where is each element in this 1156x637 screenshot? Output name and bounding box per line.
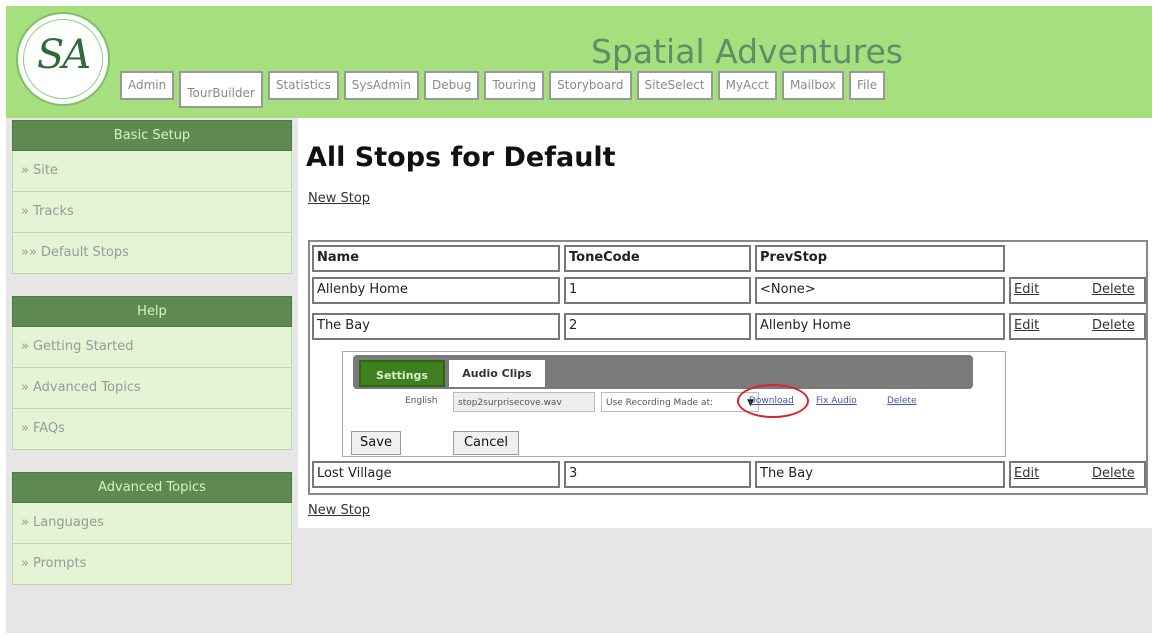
audio-filename-field[interactable]: stop2surprisecove.wav <box>453 392 595 412</box>
delete-audio-link[interactable]: Delete <box>887 396 917 406</box>
sidebar-item-label: Site <box>32 163 58 178</box>
main-content: All Stops for Default New Stop Name Tone… <box>298 118 1152 528</box>
table-row-actions: Edit Delete <box>1009 313 1146 340</box>
language-label: English <box>405 396 438 406</box>
table-cell-prevstop: <None> <box>755 277 1005 304</box>
table-cell-tonecode: 1 <box>564 277 751 304</box>
arrow-icon: » <box>21 339 29 354</box>
tab-myacct[interactable]: MyAcct <box>717 71 777 100</box>
sidebar-item-languages[interactable]: » Languages <box>12 503 292 544</box>
stops-table: Name ToneCode PrevStop Allenby Home 1 <N… <box>308 240 1148 495</box>
page-title: All Stops for Default <box>306 142 616 173</box>
site-logo[interactable]: SA <box>16 12 110 106</box>
delete-link[interactable]: Delete <box>1092 463 1135 485</box>
tab-file[interactable]: File <box>849 71 886 100</box>
audio-clip-row: English stop2surprisecove.wav Use Record… <box>343 392 1007 414</box>
stop-editor-panel: Settings Audio Clips English stop2surpri… <box>342 351 1006 457</box>
cancel-button[interactable]: Cancel <box>453 431 519 455</box>
sidebar-section-basic-setup: Basic Setup » Site » Tracks »» Default Stop… <box>12 120 292 274</box>
sidebar-item-advanced-topics[interactable]: » Advanced Topics <box>12 368 292 409</box>
sidebar-item-default-stops[interactable]: »» Default Stops <box>12 233 292 274</box>
sidebar-item-label: FAQs <box>32 421 65 436</box>
arrow-icon: » <box>21 421 29 436</box>
table-cell-name: The Bay <box>312 313 560 340</box>
edit-link[interactable]: Edit <box>1014 279 1039 301</box>
recording-select[interactable]: Use Recording Made at: ▼ <box>601 392 759 412</box>
table-row-actions: Edit Delete <box>1009 461 1146 488</box>
sidebar-item-label: Default Stops <box>40 245 129 260</box>
sidebar-item-faqs[interactable]: » FAQs <box>12 409 292 450</box>
table-row-actions: Edit Delete <box>1009 277 1146 304</box>
highlight-circle <box>737 384 809 418</box>
main-nav-tabs: AdminTourBuilderStatistics SysAdmin Debug T… <box>120 71 890 111</box>
sidebar-item-label: Languages <box>32 515 104 530</box>
edit-link[interactable]: Edit <box>1014 315 1039 337</box>
sidebar-section-title: Basic Setup <box>12 120 292 151</box>
header: SA Spatial Adventures AdminTourBuilderSt… <box>6 6 1152 118</box>
app-frame: SA Spatial Adventures AdminTourBuilderSt… <box>6 6 1152 633</box>
sidebar-item-getting-started[interactable]: » Getting Started <box>12 327 292 368</box>
tab-tourbuilder[interactable]: TourBuilder <box>179 71 263 108</box>
column-header-prevstop: PrevStop <box>755 245 1005 272</box>
tab-sysadmin[interactable]: SysAdmin <box>343 71 419 100</box>
site-title: Spatial Adventures <box>591 32 903 71</box>
tab-statistics[interactable]: Statistics <box>267 71 339 100</box>
sidebar-item-tracks[interactable]: » Tracks <box>12 192 292 233</box>
delete-link[interactable]: Delete <box>1092 279 1135 301</box>
arrow-icon: » <box>21 204 29 219</box>
editor-tab-bar: Settings Audio Clips <box>353 355 973 389</box>
column-header-tonecode: ToneCode <box>564 245 751 272</box>
arrow-icon: » <box>21 380 29 395</box>
table-cell-prevstop: The Bay <box>755 461 1005 488</box>
column-header-name: Name <box>312 245 560 272</box>
delete-link[interactable]: Delete <box>1092 315 1135 337</box>
tab-admin[interactable]: Admin <box>120 71 175 100</box>
tab-settings[interactable]: Settings <box>359 360 445 387</box>
logo-text: SA <box>36 32 91 78</box>
table-cell-prevstop: Allenby Home <box>755 313 1005 340</box>
tab-audio-clips[interactable]: Audio Clips <box>449 360 545 387</box>
edit-link[interactable]: Edit <box>1014 463 1039 485</box>
sidebar-item-label: Prompts <box>32 556 87 571</box>
sidebar-item-label: Tracks <box>32 204 74 219</box>
arrow-icon: » <box>21 515 29 530</box>
tab-touring[interactable]: Touring <box>484 71 545 100</box>
tab-siteselect[interactable]: SiteSelect <box>636 71 713 100</box>
tab-storyboard[interactable]: Storyboard <box>549 71 632 100</box>
table-cell-name: Allenby Home <box>312 277 560 304</box>
sidebar-item-label: Advanced Topics <box>32 380 141 395</box>
table-cell-tonecode: 3 <box>564 461 751 488</box>
new-stop-link-bottom[interactable]: New Stop <box>308 503 370 518</box>
tab-debug[interactable]: Debug <box>423 71 480 100</box>
sidebar-section-title: Help <box>12 296 292 327</box>
sidebar: Basic Setup » Site » Tracks »» Default Stop… <box>12 120 292 607</box>
fix-audio-link[interactable]: Fix Audio <box>816 396 857 406</box>
sidebar-item-prompts[interactable]: » Prompts <box>12 544 292 585</box>
sidebar-section-help: Help » Getting Started » Advanced Topics »… <box>12 296 292 450</box>
table-cell-name: Lost Village <box>312 461 560 488</box>
save-button[interactable]: Save <box>351 431 401 455</box>
arrow-icon: » <box>21 556 29 571</box>
table-cell-tonecode: 2 <box>564 313 751 340</box>
sidebar-section-advanced-topics: Advanced Topics » Languages » Prompts <box>12 472 292 585</box>
recording-select-value: Use Recording Made at: <box>606 398 714 408</box>
sidebar-item-label: Getting Started <box>32 339 134 354</box>
sidebar-item-site[interactable]: » Site <box>12 151 292 192</box>
sidebar-section-title: Advanced Topics <box>12 472 292 503</box>
arrow-icon: » <box>21 163 29 178</box>
double-arrow-icon: »» <box>21 245 37 260</box>
tab-mailbox[interactable]: Mailbox <box>781 71 845 100</box>
new-stop-link[interactable]: New Stop <box>308 191 370 206</box>
